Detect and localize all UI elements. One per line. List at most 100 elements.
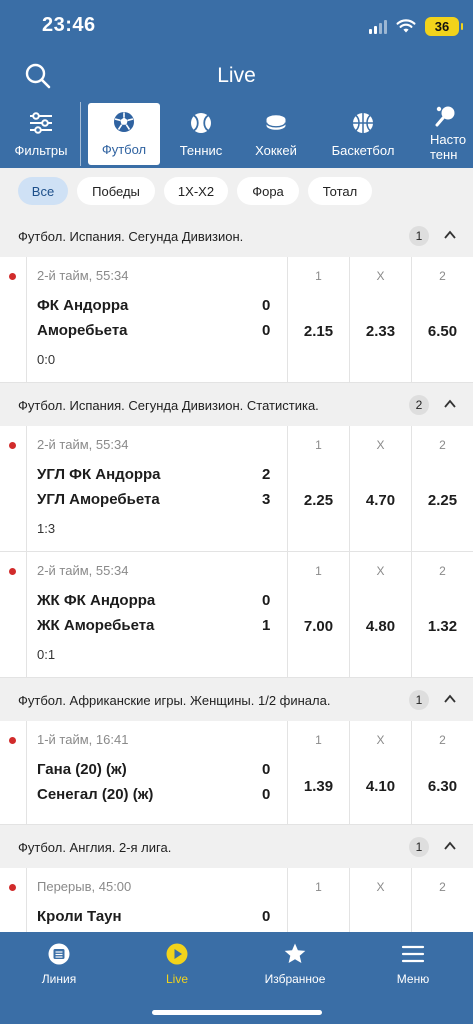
event-count-badge: 1 (409, 837, 429, 857)
score-home: 2 (262, 466, 271, 483)
chevron-up-icon[interactable] (443, 397, 457, 411)
odd-value: 2.25 (427, 492, 458, 509)
odd-value: 4.70 (365, 492, 396, 509)
odd-label: X (376, 880, 385, 894)
chip-total[interactable]: Тотал (308, 177, 372, 205)
odd-value: 2.25 (303, 492, 334, 509)
league-name: Футбол. Испания. Сегунда Дивизион. (18, 229, 244, 244)
tab-football[interactable]: Футбол (88, 103, 160, 165)
match-row[interactable]: 2-й тайм, 55:34 ЖК ФК Андорра 0 ЖК Аморе… (0, 552, 473, 678)
nav-label: Меню (396, 972, 430, 986)
match-row[interactable]: 2-й тайм, 55:34 ФК Андорра 0 Аморебьета … (0, 257, 473, 383)
odd-label: 1 (315, 880, 322, 894)
odd-label: X (376, 733, 385, 747)
row-divider (26, 426, 27, 551)
score-home: 0 (262, 761, 271, 778)
league-header[interactable]: Футбол. Испания. Сегунда Дивизион. 1 (0, 214, 473, 257)
league-name: Футбол. Англия. 2-я лига. (18, 840, 172, 855)
match-row[interactable]: 1-й тайм, 16:41 Гана (20) (ж) 0 Сенегал … (0, 721, 473, 825)
odd-value: 6.50 (427, 323, 458, 340)
score-home: 0 (262, 592, 271, 609)
live-dot (9, 442, 16, 449)
tab-hockey[interactable]: Хоккей (240, 102, 312, 166)
odd-label: 1 (315, 733, 322, 747)
odd-x[interactable]: X 4.70 (349, 426, 411, 551)
nav-label: Избранное (264, 972, 326, 986)
tab-tennis[interactable]: Теннис (166, 102, 236, 166)
odd-value: 2.15 (303, 323, 334, 340)
league-header[interactable]: Футбол. Англия. 2-я лига. 1 (0, 825, 473, 868)
match-time: 2-й тайм, 55:34 (37, 268, 129, 283)
chevron-up-icon[interactable] (443, 228, 457, 242)
sports-tabs: Фильтры Футбол Теннис Хоккей Баскетбол Н… (0, 102, 473, 168)
basketball-icon (353, 113, 373, 133)
match-result: 1:3 (37, 521, 56, 536)
odd-label: X (376, 269, 385, 283)
home-indicator[interactable] (152, 1010, 322, 1015)
odd-label: 2 (439, 269, 446, 283)
team-away: Аморебьета (37, 322, 128, 339)
nav-menu[interactable]: Меню (354, 942, 472, 986)
odd-x[interactable]: X 4.80 (349, 552, 411, 677)
score-home: 0 (262, 297, 271, 314)
odd-1[interactable]: 1 2.15 (287, 257, 349, 382)
tab-label: Хоккей (255, 143, 297, 158)
wifi-icon (396, 19, 416, 33)
chevron-up-icon[interactable] (443, 692, 457, 706)
odd-2[interactable]: 2 6.50 (411, 257, 473, 382)
odd-2[interactable]: 2 2.25 (411, 426, 473, 551)
odd-1[interactable]: 1 7.00 (287, 552, 349, 677)
match-time: 2-й тайм, 55:34 (37, 437, 129, 452)
chip-wins[interactable]: Победы (77, 177, 155, 205)
event-count-badge: 1 (409, 690, 429, 710)
tab-label: Насто тенн (430, 132, 467, 162)
event-count-badge: 2 (409, 395, 429, 415)
row-divider (26, 721, 27, 824)
odd-x[interactable]: X 2.33 (349, 257, 411, 382)
score-away: 3 (262, 491, 271, 508)
live-dot (9, 884, 16, 891)
live-dot (9, 273, 16, 280)
nav-favorites[interactable]: Избранное (236, 942, 354, 986)
nav-line[interactable]: Линия (0, 942, 118, 986)
football-icon (114, 112, 134, 132)
odd-value: 6.30 (427, 778, 458, 795)
odd-value: 1.32 (427, 618, 458, 635)
league-header[interactable]: Футбол. Африканские игры. Женщины. 1/2 ф… (0, 678, 473, 721)
match-row[interactable]: 2-й тайм, 55:34 УГЛ ФК Андорра 2 УГЛ Амо… (0, 426, 473, 552)
odd-1[interactable]: 1 1.39 (287, 721, 349, 824)
tabs-divider (80, 102, 81, 166)
odd-label: 2 (439, 880, 446, 894)
odd-label: 2 (439, 564, 446, 578)
odd-value: 4.80 (365, 618, 396, 635)
page-title: Live (217, 64, 256, 87)
league-name: Футбол. Испания. Сегунда Дивизион. Стати… (18, 398, 319, 413)
chip-handicap[interactable]: Фора (237, 177, 299, 205)
odd-1[interactable]: 1 2.25 (287, 426, 349, 551)
odd-value: 2.33 (365, 323, 396, 340)
match-result: 0:1 (37, 647, 56, 662)
chip-all[interactable]: Все (18, 177, 68, 205)
status-time: 23:46 (42, 14, 96, 36)
tab-label: Фильтры (14, 143, 68, 158)
tab-basketball[interactable]: Баскетбол (320, 102, 406, 166)
cellular-signal-icon (369, 19, 387, 34)
star-icon (284, 943, 306, 963)
league-header[interactable]: Футбол. Испания. Сегунда Дивизион. Стати… (0, 383, 473, 426)
odd-label: X (376, 564, 385, 578)
nav-label: Live (165, 972, 188, 986)
team-home: Гана (20) (ж) (37, 761, 127, 778)
chip-double-chance[interactable]: 1X-X2 (164, 177, 228, 205)
odd-label: 1 (315, 269, 322, 283)
odd-2[interactable]: 2 1.32 (411, 552, 473, 677)
odd-value: 7.00 (303, 618, 334, 635)
filters-icon (30, 112, 52, 134)
tab-table-tennis[interactable]: Насто тенн (424, 102, 473, 166)
odd-x[interactable]: X 4.10 (349, 721, 411, 824)
live-play-icon (166, 943, 188, 965)
team-home: ЖК ФК Андорра (37, 592, 156, 609)
nav-live[interactable]: Live (118, 942, 236, 986)
chevron-up-icon[interactable] (443, 839, 457, 853)
tab-filters[interactable]: Фильтры (0, 102, 82, 166)
odd-2[interactable]: 2 6.30 (411, 721, 473, 824)
